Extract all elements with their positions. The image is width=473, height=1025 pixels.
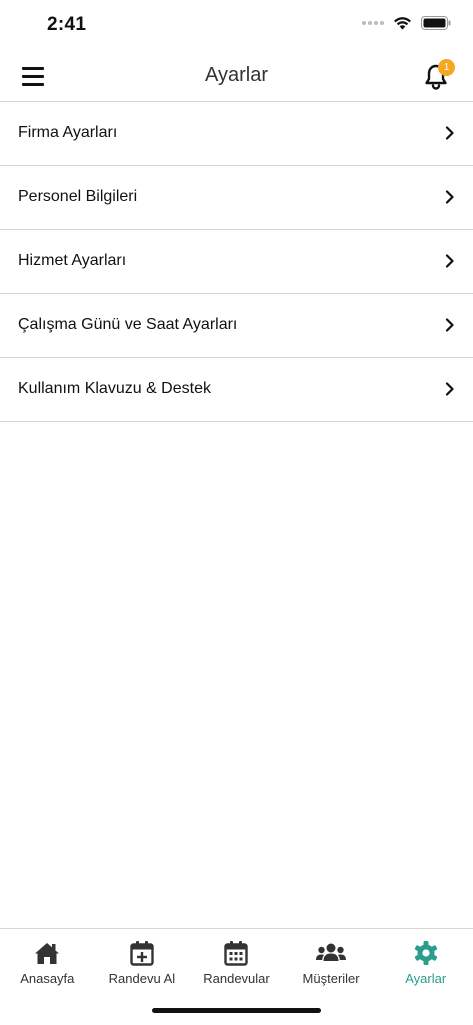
chevron-right-icon bbox=[445, 254, 454, 268]
tab-label: Müşteriler bbox=[302, 971, 360, 986]
settings-item-label: Hizmet Ayarları bbox=[18, 252, 127, 269]
chevron-right-icon bbox=[445, 126, 454, 140]
tab-settings[interactable]: Ayarlar bbox=[378, 929, 473, 999]
settings-item-working-hours[interactable]: Çalışma Günü ve Saat Ayarları bbox=[0, 294, 473, 358]
settings-item-label: Çalışma Günü ve Saat Ayarları bbox=[18, 316, 238, 333]
notification-badge: 1 bbox=[438, 59, 455, 76]
tab-new-appointment[interactable]: Randevu Al bbox=[95, 929, 190, 999]
home-icon bbox=[35, 943, 60, 964]
app-header: Ayarlar 1 bbox=[0, 52, 473, 102]
tab-home[interactable]: Anasayfa bbox=[0, 929, 95, 999]
page-title: Ayarlar bbox=[205, 64, 268, 86]
calendar-icon bbox=[224, 941, 249, 966]
settings-list: Firma Ayarları Personel Bilgileri Hizmet… bbox=[0, 102, 473, 422]
tab-label: Randevular bbox=[203, 971, 270, 986]
gear-icon bbox=[414, 941, 437, 965]
chevron-right-icon bbox=[445, 382, 454, 396]
tab-label: Randevu Al bbox=[108, 971, 176, 986]
settings-item-services[interactable]: Hizmet Ayarları bbox=[0, 230, 473, 294]
settings-item-guide-support[interactable]: Kullanım Klavuzu & Destek bbox=[0, 358, 473, 422]
settings-item-label: Kullanım Klavuzu & Destek bbox=[18, 380, 211, 397]
tab-label: Anasayfa bbox=[20, 971, 75, 986]
tab-appointments[interactable]: Randevular bbox=[189, 929, 284, 999]
home-indicator bbox=[152, 1008, 321, 1013]
status-icons bbox=[362, 16, 451, 30]
signal-icon bbox=[362, 21, 384, 25]
notifications-button[interactable]: 1 bbox=[421, 59, 455, 92]
tab-label: Ayarlar bbox=[405, 971, 447, 986]
status-time: 2:41 bbox=[47, 14, 87, 35]
settings-item-label: Personel Bilgileri bbox=[18, 188, 138, 205]
tab-customers[interactable]: Müşteriler bbox=[284, 929, 379, 999]
settings-item-company[interactable]: Firma Ayarları bbox=[0, 102, 473, 166]
users-icon bbox=[316, 943, 347, 961]
calendar-plus-icon bbox=[130, 941, 154, 966]
settings-item-label: Firma Ayarları bbox=[18, 124, 118, 141]
chevron-right-icon bbox=[445, 318, 454, 332]
status-bar: 2:41 bbox=[0, 0, 473, 52]
chevron-right-icon bbox=[445, 190, 454, 204]
battery-icon bbox=[421, 16, 451, 30]
wifi-icon bbox=[394, 17, 411, 30]
settings-item-staff[interactable]: Personel Bilgileri bbox=[0, 166, 473, 230]
